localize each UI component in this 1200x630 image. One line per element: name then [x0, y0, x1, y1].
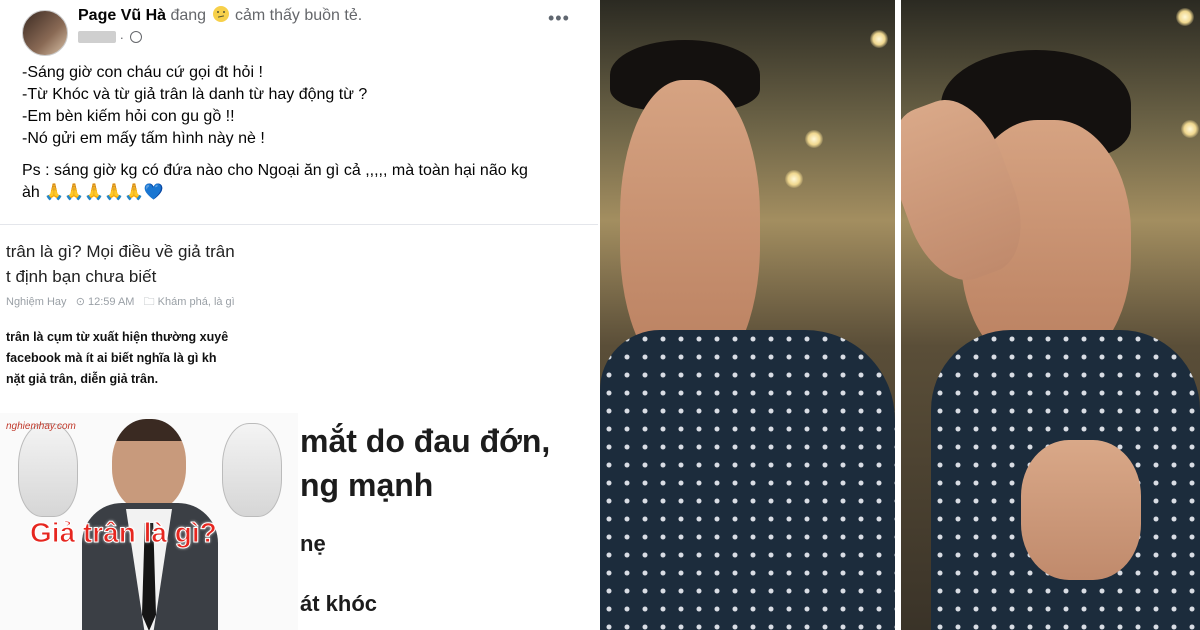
post-meta: ·: [78, 30, 142, 45]
lamp-light: [805, 130, 823, 148]
blurred-timestamp[interactable]: [78, 31, 116, 43]
article-title-line: t định bạn chưa biết: [6, 267, 157, 286]
thumbnail-caption: Giả trân là gì?: [30, 517, 218, 549]
photo-collage: [600, 0, 1200, 630]
article-big-line: mắt do đau đớn,: [300, 423, 551, 459]
article-desc-line: facebook mà ít ai biết nghĩa là gì kh: [6, 351, 217, 365]
post-header: Page Vũ Hà đang cảm thấy buồn tẻ.: [78, 6, 362, 25]
article-big-line: ng mạnh: [300, 467, 434, 503]
post-line: -Từ Khóc và từ giả trân là danh từ hay đ…: [22, 86, 368, 103]
article-big-line: nẹ: [300, 531, 326, 556]
author-avatar[interactable]: [22, 10, 68, 56]
article-thumbnail: nghiemhay.com Giả trân là gì?: [0, 413, 298, 630]
article-category: 🗀 Khám phá, là gì: [143, 296, 235, 308]
article-title-line: trân là gì? Mọi điều về giả trân: [6, 242, 235, 261]
lamp-light: [1181, 120, 1199, 138]
thumbnail-watermark: nghiemhay.com: [6, 421, 76, 432]
article-big-line: át khóc: [300, 591, 378, 616]
ps-line-1: Ps : sáng giờ kg có đứa nào cho Ngoại ăn…: [22, 162, 528, 179]
article-description: trân là cụm từ xuất hiện thường xuyê fac…: [6, 327, 302, 390]
post-line: -Nó gửi em mấy tấm hình này nè !: [22, 130, 265, 147]
post-line: -Em bèn kiếm hỏi con gu gồ !!: [22, 108, 235, 125]
article-desc-line: trân là cụm từ xuất hiện thường xuyê: [6, 330, 229, 344]
article-site: Nghiệm Hay: [6, 296, 67, 308]
feeling-prefix: đang: [170, 7, 207, 24]
post-body: -Sáng giờ con cháu cứ gọi đt hỏi ! -Từ K…: [22, 62, 582, 204]
crying-man-photo-1[interactable]: [600, 0, 895, 630]
sad-face-emoji-icon: [212, 6, 229, 22]
more-options-button[interactable]: •••: [548, 8, 570, 29]
feeling-text: cảm thấy buồn tẻ.: [234, 7, 363, 24]
article-body-text: mắt do đau đớn, ng mạnh nẹ át khóc: [298, 413, 598, 630]
post-ps-continued: àh 🙏🙏🙏🙏🙏💙: [22, 182, 582, 204]
lamp-light: [870, 30, 888, 48]
hand-on-chest: [1021, 440, 1141, 580]
article-title: trân là gì? Mọi điều về giả trân t định …: [6, 239, 306, 289]
ps-line-2: àh: [22, 184, 40, 201]
patterned-shirt: [600, 330, 895, 630]
author-name[interactable]: Page Vũ Hà: [78, 7, 166, 24]
blue-heart-emoji-icon: 💙: [143, 184, 164, 201]
mask-right-icon: [222, 423, 282, 517]
man-head: [112, 419, 186, 511]
mask-left-icon: [18, 423, 78, 517]
facebook-post: Page Vũ Hà đang cảm thấy buồn tẻ. · ••• …: [0, 0, 598, 630]
crying-man-photo-2[interactable]: [901, 0, 1200, 630]
praying-hands-emoji-icon: 🙏🙏🙏🙏🙏: [44, 184, 144, 201]
post-line: -Sáng giờ con cháu cứ gọi đt hỏi !: [22, 64, 263, 81]
lamp-light: [1176, 8, 1194, 26]
article-meta: Nghiệm Hay ⊙ 12:59 AM 🗀 Khám phá, là gì: [6, 293, 235, 312]
attached-article-image[interactable]: trân là gì? Mọi điều về giả trân t định …: [0, 224, 598, 630]
article-desc-line: nặt giả trân, diễn giả trân.: [6, 372, 159, 386]
globe-icon[interactable]: [129, 31, 142, 43]
lamp-light: [785, 170, 803, 188]
article-time: ⊙ 12:59 AM: [75, 296, 135, 308]
post-ps: Ps : sáng giờ kg có đứa nào cho Ngoại ăn…: [22, 160, 582, 182]
